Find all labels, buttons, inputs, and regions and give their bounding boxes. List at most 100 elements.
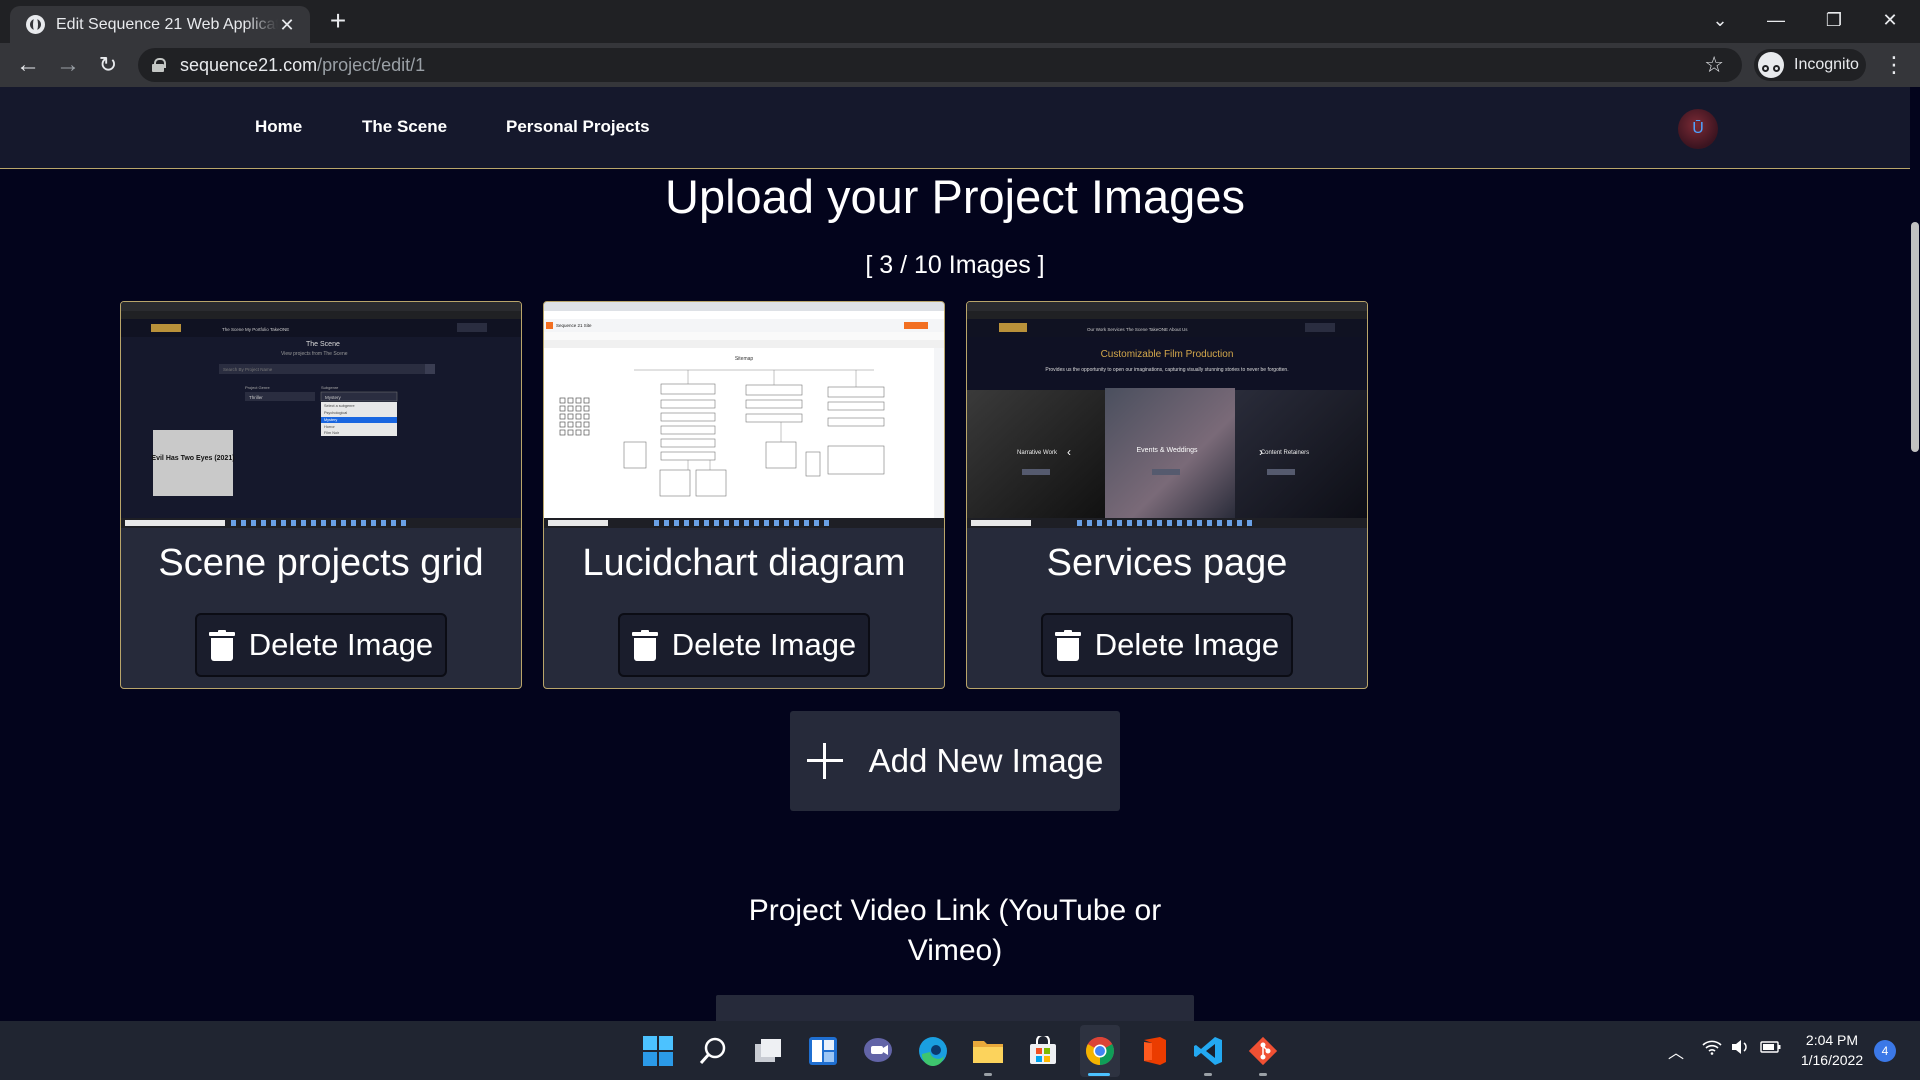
page-title: Upload your Project Images	[665, 170, 1245, 223]
address-bar[interactable]: sequence21.com/project/edit/1 ☆	[138, 48, 1742, 82]
file-explorer-icon[interactable]	[972, 1035, 1004, 1067]
close-window-button[interactable]: ✕	[1862, 0, 1918, 40]
preview-option-5: Film Noir	[324, 431, 340, 435]
search-icon[interactable]	[697, 1035, 729, 1067]
trash-icon	[631, 629, 658, 661]
task-view-icon[interactable]	[752, 1035, 784, 1067]
taskbar-active-indicator	[1088, 1073, 1110, 1076]
wifi-icon[interactable]	[1702, 1039, 1722, 1060]
clock-date: 1/16/2022	[1800, 1052, 1864, 1068]
add-new-image-button[interactable]: Add New Image	[790, 711, 1120, 811]
taskbar-running-indicator	[1259, 1073, 1267, 1076]
delete-image-button[interactable]: Delete Image	[1041, 613, 1293, 677]
page-scrollbar-thumb[interactable]	[1911, 222, 1919, 452]
incognito-profile-button[interactable]: Incognito	[1754, 49, 1866, 81]
close-tab-icon[interactable]: ✕	[278, 16, 296, 34]
nav-link-personal-projects[interactable]: Personal Projects	[506, 117, 650, 137]
preview-filter-2-value: Mystery	[325, 395, 342, 400]
preview-option-4: Horror	[324, 425, 335, 429]
delete-image-label: Delete Image	[671, 627, 857, 662]
avatar-glyph: Ū	[1692, 120, 1704, 137]
preview-panel-2: Events & Weddings	[1137, 447, 1198, 454]
taskbar-running-indicator	[984, 1073, 992, 1076]
os-taskbar: ︿ 2:04 PM 1/16/2022 4	[0, 1021, 1920, 1080]
browser-toolbar: ← → ↻ sequence21.com/project/edit/1 ☆ In…	[0, 43, 1920, 87]
chrome-icon[interactable]	[1084, 1035, 1116, 1067]
windows-start-icon[interactable]	[642, 1035, 674, 1067]
widgets-icon[interactable]	[807, 1035, 839, 1067]
delete-image-button[interactable]: Delete Image	[195, 613, 447, 677]
preview-heading: The Scene	[306, 341, 340, 348]
store-icon[interactable]	[1027, 1035, 1059, 1067]
image-card: The Scene My Portfolio TakeONE The Scene…	[120, 301, 522, 689]
vscode-icon[interactable]	[1192, 1035, 1224, 1067]
new-tab-button[interactable]: +	[324, 7, 352, 36]
url-host: sequence21.com	[180, 54, 318, 75]
taskbar-running-indicator	[1204, 1073, 1212, 1076]
image-caption: Scene projects grid	[158, 542, 484, 584]
tab-search-icon[interactable]: ⌄	[1692, 0, 1748, 40]
tab-title: Edit Sequence 21 Web Application	[56, 15, 278, 33]
preview-nav: Our Work Services The Scene TakeONE Abou…	[1087, 327, 1188, 332]
image-caption: Services page	[1046, 542, 1288, 584]
show-hidden-icons-chevron-icon[interactable]: ︿	[1668, 1039, 1684, 1063]
svg-text:‹: ‹	[1067, 445, 1071, 459]
preview-filter-1-label: Project Genre	[245, 385, 270, 390]
minimize-button[interactable]: —	[1748, 0, 1804, 40]
site-navbar: Home The Scene Personal Projects Ū	[0, 87, 1910, 169]
preview-heading: Customizable Film Production	[1101, 349, 1234, 360]
git-icon[interactable]	[1247, 1035, 1279, 1067]
notification-badge[interactable]: 4	[1874, 1040, 1896, 1062]
forward-arrow-icon[interactable]: →	[52, 49, 84, 81]
nav-link-the-scene[interactable]: The Scene	[362, 117, 447, 137]
video-link-label: Project Video Link (YouTube or Vimeo)	[748, 894, 1162, 967]
preview-doc-name: Sequence 21 Site	[556, 323, 592, 328]
video-link-input[interactable]	[716, 995, 1194, 1021]
services-screenshot-preview: Our Work Services The Scene TakeONE Abou…	[967, 302, 1367, 528]
office-icon[interactable]	[1137, 1035, 1169, 1067]
image-thumbnail: Sequence 21 Site Sitemap	[544, 302, 944, 528]
image-thumbnail: Our Work Services The Scene TakeONE Abou…	[967, 302, 1367, 528]
svg-text:›: ›	[1259, 445, 1263, 459]
preview-tabs: The Scene My Portfolio TakeONE	[222, 327, 289, 332]
nav-link-home[interactable]: Home	[255, 117, 302, 137]
incognito-icon	[1758, 52, 1784, 78]
image-caption: Lucidchart diagram	[582, 542, 906, 584]
preview-panel-1: Narrative Work	[1017, 450, 1058, 456]
volume-icon[interactable]	[1730, 1039, 1750, 1060]
delete-image-button[interactable]: Delete Image	[618, 613, 870, 677]
delete-image-label: Delete Image	[248, 627, 434, 662]
preview-search: Search By Project Name	[223, 367, 273, 372]
delete-image-label: Delete Image	[1094, 627, 1280, 662]
plus-icon	[806, 743, 843, 779]
scene-screenshot-preview: The Scene My Portfolio TakeONE The Scene…	[121, 302, 521, 528]
edge-icon[interactable]	[917, 1035, 949, 1067]
url-path: /project/edit/1	[317, 54, 426, 75]
browser-menu-icon[interactable]: ⋮	[1880, 49, 1908, 81]
preview-option-3: Mystery	[324, 418, 337, 422]
preview-option-1: Select a subgenre	[324, 404, 355, 408]
clock-time: 2:04 PM	[1805, 1032, 1859, 1048]
preview-filter-2-label: Subgenre	[321, 385, 339, 390]
preview-poster: Evil Has Two Eyes (2021)	[151, 455, 234, 462]
image-counter: [ 3 / 10 Images ]	[865, 251, 1045, 279]
image-card: Our Work Services The Scene TakeONE Abou…	[966, 301, 1368, 689]
reload-icon[interactable]: ↻	[92, 49, 124, 81]
preview-filter-1-value: Thriller	[249, 395, 263, 400]
bookmark-star-icon[interactable]: ☆	[1704, 52, 1724, 78]
main-content: Upload your Project Images [ 3 / 10 Imag…	[0, 169, 1910, 1021]
image-thumbnail: The Scene My Portfolio TakeONE The Scene…	[121, 302, 521, 528]
trash-icon	[208, 629, 235, 661]
user-avatar[interactable]: Ū	[1678, 109, 1718, 149]
preview-subheading: View projects from The Scene	[281, 351, 348, 357]
preview-panel-3: Content Retainers	[1261, 450, 1309, 456]
browser-tab-strip: Edit Sequence 21 Web Application ✕ + ⌄ —…	[0, 0, 1920, 43]
back-arrow-icon[interactable]: ←	[12, 49, 44, 81]
restore-button[interactable]: ❐	[1806, 0, 1862, 40]
system-clock[interactable]: 2:04 PM 1/16/2022	[1796, 1030, 1868, 1070]
browser-tab[interactable]: Edit Sequence 21 Web Application ✕	[10, 6, 310, 43]
battery-icon[interactable]	[1760, 1039, 1782, 1060]
globe-icon	[26, 15, 45, 34]
chat-icon[interactable]	[862, 1035, 894, 1067]
lock-icon[interactable]	[152, 58, 166, 72]
